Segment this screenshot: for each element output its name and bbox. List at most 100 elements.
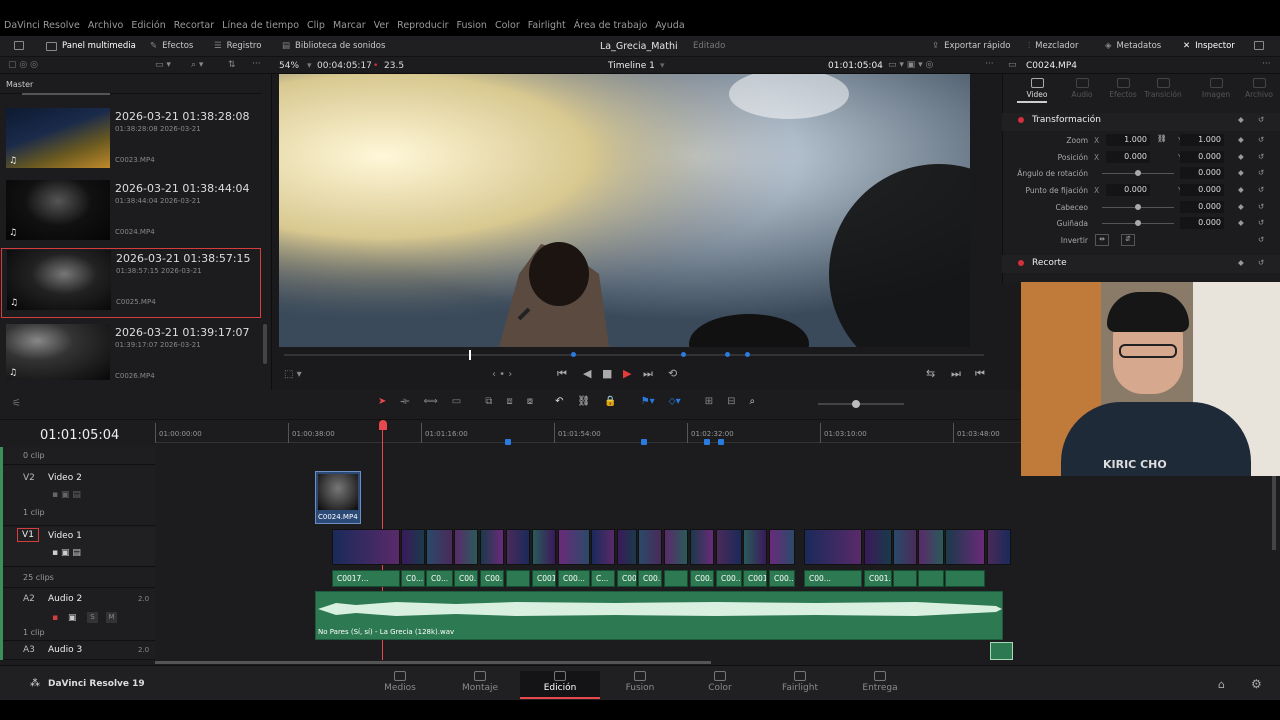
media-clip-selected[interactable]: ♫ 2026-03-21 01:38:57:15 01:38:57:15 202… (1, 248, 261, 318)
reset-icon[interactable]: ↺ (1258, 115, 1264, 124)
zoom-custom-icon[interactable]: ⌕ (749, 396, 755, 407)
keyframe-icon[interactable]: ◆ (1238, 258, 1244, 267)
reset-icon[interactable]: ↺ (1258, 202, 1264, 211)
a1-clip[interactable]: C00... (716, 570, 742, 587)
track-name[interactable]: Audio 3 (48, 645, 82, 655)
selection-tool-icon[interactable]: ➤ (378, 396, 386, 407)
timeline-marker[interactable] (505, 439, 511, 445)
inspector-button[interactable]: ✕ Inspector (1183, 41, 1235, 51)
v1-clip[interactable] (558, 529, 590, 565)
track-name[interactable]: Video 1 (48, 531, 82, 541)
a1-clip[interactable]: C0... (401, 570, 425, 587)
v1-clip[interactable] (918, 529, 944, 565)
a1-clip[interactable]: C00... (454, 570, 478, 587)
param-x-value[interactable]: 1.000 (1106, 134, 1150, 146)
section-enable-icon[interactable] (1018, 117, 1024, 123)
mute-button[interactable]: M (106, 612, 117, 623)
media-clip[interactable]: ♫ 2026-03-21 01:38:44:04 01:38:44:04 202… (0, 178, 262, 248)
index-button[interactable]: ☰ Registro (214, 41, 261, 51)
v1-clip[interactable] (617, 529, 637, 565)
v1-clip[interactable] (332, 529, 400, 565)
settings-gear-icon[interactable]: ⚙ (1251, 677, 1262, 691)
param-y-value[interactable]: 1.000 (1180, 134, 1224, 146)
reset-icon[interactable]: ↺ (1258, 135, 1264, 144)
v2-clip[interactable]: C0024.MP4 (315, 471, 361, 524)
slider-knob[interactable] (1135, 170, 1141, 176)
menu-item[interactable]: Fusion (457, 20, 487, 31)
lock-icon[interactable]: 🔒 (604, 396, 616, 407)
v1-clip[interactable] (804, 529, 862, 565)
v1-clip[interactable] (532, 529, 556, 565)
zoom-chevron-icon[interactable]: ▾ (307, 61, 312, 71)
inspector-tab[interactable]: Transición (1143, 78, 1183, 99)
zoom-fit-icon[interactable]: ⊞ (705, 396, 713, 407)
flip-horizontal-icon[interactable]: ⇹ (1095, 234, 1109, 246)
go-to-end-icon[interactable]: ⏭ (643, 367, 653, 381)
view-mode-icon[interactable]: ▭ ▾ (155, 60, 171, 70)
zoom-slider-knob[interactable] (852, 400, 860, 408)
menu-item[interactable]: DaVinci Resolve (4, 20, 80, 31)
param-y-value[interactable]: 0.000 (1180, 184, 1224, 196)
v1-clip[interactable] (480, 529, 504, 565)
a1-clip[interactable]: C00... (690, 570, 714, 587)
keyframe-icon[interactable]: ◆ (1238, 168, 1244, 177)
a1-clip[interactable] (664, 570, 688, 587)
link-icon[interactable]: ⛓ (1157, 134, 1167, 143)
snapping-icon[interactable]: ↶ (555, 396, 563, 407)
param-value[interactable]: 0.000 (1180, 167, 1224, 179)
play-reverse-icon[interactable]: ◀ (583, 367, 591, 380)
slider-knob[interactable] (1135, 204, 1141, 210)
zoom-detail-icon[interactable]: ⊟ (727, 396, 735, 407)
param-value[interactable]: 0.000 (1180, 201, 1224, 213)
trim-tool-icon[interactable]: ⟛ (400, 396, 409, 407)
marker-icon[interactable]: ⬦▾ (669, 396, 681, 407)
page-tab[interactable]: Entrega (840, 671, 920, 699)
a2-audio-clip[interactable]: No Pares (Sí, sí) - La Grecia (128k).wav (315, 591, 1003, 640)
section-enable-icon[interactable] (1018, 260, 1024, 266)
v1-clip[interactable] (743, 529, 767, 565)
page-tab[interactable]: Edición (520, 671, 600, 699)
reset-icon[interactable]: ↺ (1258, 168, 1264, 177)
sort-icon[interactable]: ⇅ (228, 60, 236, 70)
inspector-tab[interactable]: Imagen (1196, 78, 1236, 99)
mixer-button[interactable]: ⫶ Mezclador (1028, 41, 1079, 51)
metadata-button[interactable]: ◈ Metadatos (1105, 41, 1161, 51)
bin-name[interactable]: Master (6, 80, 33, 89)
a1-clip[interactable]: C00... (804, 570, 862, 587)
menu-item[interactable]: Color (495, 20, 520, 31)
track-monitor-icon[interactable]: ▣ (68, 613, 77, 623)
keyframe-icon[interactable]: ◆ (1238, 135, 1244, 144)
a1-clip[interactable]: C00... (769, 570, 795, 587)
loop-icon[interactable]: ⟲ (668, 367, 677, 380)
go-to-start-icon[interactable]: ⏮ (557, 367, 567, 381)
playhead-handle[interactable] (379, 420, 387, 430)
reset-icon[interactable]: ↺ (1258, 258, 1264, 267)
page-tab[interactable]: Fusion (600, 671, 680, 699)
home-icon[interactable]: ⌂ (1218, 678, 1225, 691)
solo-button[interactable]: S (87, 612, 98, 623)
sidebar-toggle-icon[interactable] (14, 41, 24, 50)
v1-clip[interactable] (769, 529, 795, 565)
timeline-scrollbar[interactable] (155, 661, 711, 664)
track-name[interactable]: Audio 2 (48, 594, 82, 604)
a1-clip[interactable]: C... (591, 570, 615, 587)
keyframe-icon[interactable]: ◆ (1238, 185, 1244, 194)
match-frame-icon[interactable]: ⇆ (926, 367, 935, 380)
insert-clip-icon[interactable]: ⧉ (485, 396, 492, 407)
v1-clip[interactable] (716, 529, 742, 565)
reset-icon[interactable]: ↺ (1258, 185, 1264, 194)
keyframe-icon[interactable]: ◆ (1238, 202, 1244, 211)
v1-clip[interactable] (591, 529, 615, 565)
crop-section-header[interactable]: Recorte ◆ ↺ (1002, 255, 1280, 273)
v1-clip[interactable] (426, 529, 453, 565)
v1-clip[interactable] (638, 529, 662, 565)
a1-clip[interactable] (506, 570, 530, 587)
page-tab[interactable]: Fairlight (760, 671, 840, 699)
v1-clip[interactable] (893, 529, 917, 565)
timeline-chevron-icon[interactable]: ▾ (660, 61, 665, 71)
inspector-tab[interactable]: Archivo (1239, 78, 1279, 99)
dynamic-trim-icon[interactable]: ⟺ (423, 396, 437, 407)
timeline-marker[interactable] (718, 439, 724, 445)
inspector-tab[interactable]: Efectos (1103, 78, 1143, 99)
menu-item[interactable]: Línea de tiempo (222, 20, 299, 31)
